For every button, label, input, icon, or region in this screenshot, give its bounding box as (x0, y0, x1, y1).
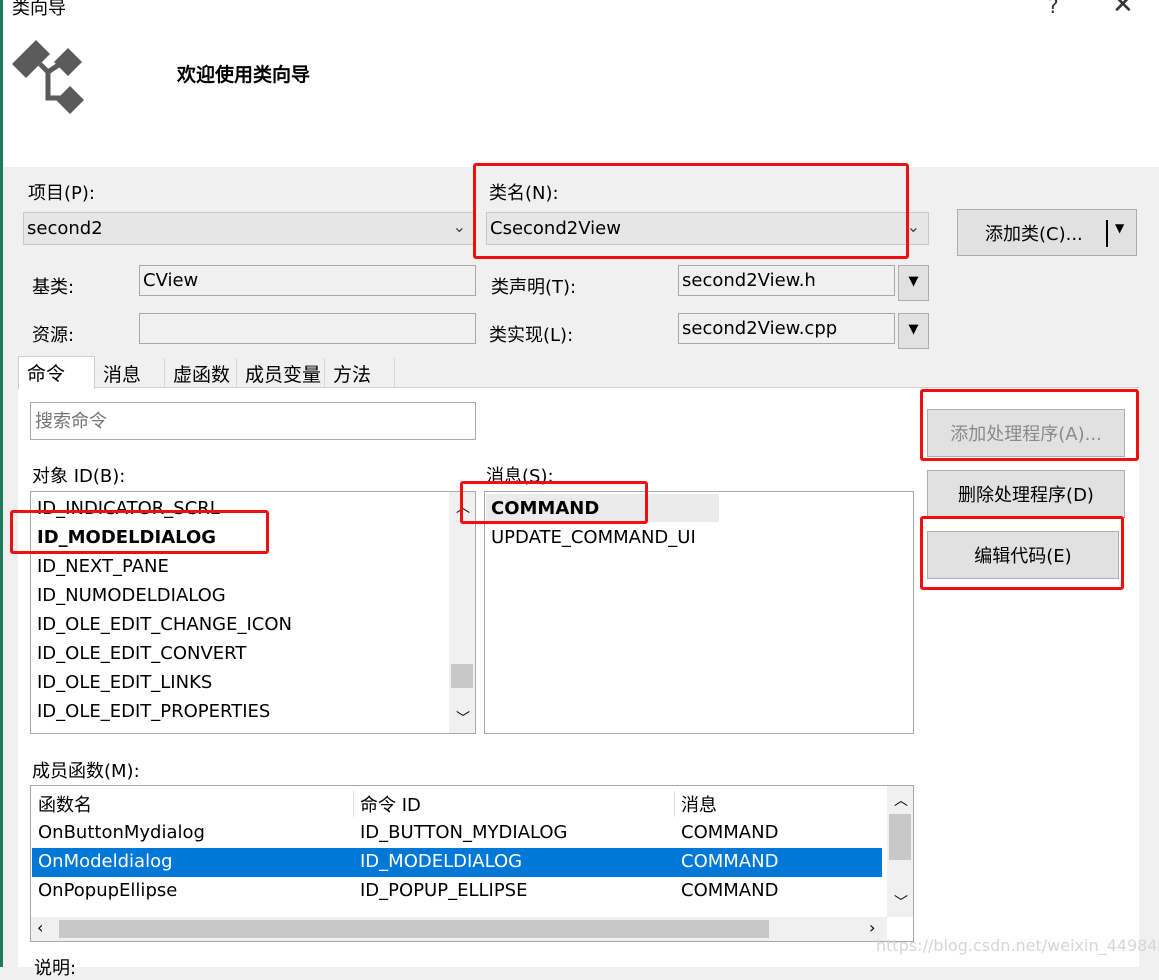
class-impl-dropdown-icon[interactable]: ▼ (898, 313, 929, 349)
scrollbar-thumb[interactable] (59, 920, 769, 938)
grid-horizontal-scrollbar[interactable]: ‹ › (31, 917, 887, 941)
list-item[interactable]: UPDATE_COMMAND_UI (491, 527, 696, 548)
tab-member-variables[interactable]: 成员变量 (237, 358, 325, 387)
search-command-input[interactable] (30, 402, 476, 440)
highlight-box-command (460, 481, 648, 524)
project-label: 项目(P): (28, 183, 95, 204)
column-header-command-id[interactable]: 命令 ID (360, 791, 421, 817)
base-class-label: 基类: (32, 277, 75, 298)
cell-message: COMMAND (681, 822, 779, 843)
table-row[interactable]: OnButtonMydialog ID_BUTTON_MYDIALOG COMM… (32, 819, 882, 848)
window-title: 类向导 (12, 0, 66, 19)
list-item[interactable]: ID_NUMODELDIALOG (37, 585, 226, 606)
project-combo[interactable]: second2 ⌄ (23, 212, 475, 245)
resource-field (139, 313, 476, 344)
list-item[interactable]: ID_OLE_EDIT_PROPERTIES (37, 701, 270, 722)
header-band (0, 0, 1159, 167)
split-divider (1106, 220, 1108, 247)
column-divider[interactable] (353, 791, 354, 817)
highlight-box-edit-code (920, 516, 1124, 590)
object-id-scrollbar[interactable]: ︿ ﹀ (449, 492, 475, 733)
window-edge (0, 0, 3, 967)
grid-header: 函数名 命令 ID 消息 (32, 788, 882, 817)
cell-command-id: ID_POPUP_ELLIPSE (360, 880, 528, 901)
list-item[interactable]: ID_NEXT_PANE (37, 556, 169, 577)
list-item[interactable]: ID_OLE_EDIT_CONVERT (37, 643, 246, 664)
column-divider[interactable] (674, 791, 675, 817)
class-decl-label: 类声明(T): (491, 277, 577, 298)
add-class-button[interactable]: 添加类(C)... ▼ (957, 209, 1137, 256)
description-label: 说明: (34, 958, 77, 979)
highlight-box-class-name (473, 163, 909, 259)
class-impl-field[interactable]: second2View.cpp (678, 313, 895, 344)
tab-commands[interactable]: 命令 (18, 356, 95, 389)
tab-virtual-functions[interactable]: 虚函数 (165, 358, 237, 387)
chevron-right-icon[interactable]: › (869, 918, 875, 937)
chevron-left-icon[interactable]: ‹ (37, 918, 43, 937)
base-class-field: CView (139, 265, 476, 296)
list-item[interactable]: ID_OLE_EDIT_LINKS (37, 672, 212, 693)
chevron-up-icon[interactable]: ︿ (894, 790, 908, 810)
cell-message: COMMAND (681, 851, 779, 872)
tab-methods[interactable]: 方法 (325, 358, 395, 387)
table-row-selected[interactable]: OnModeldialog ID_MODELDIALOG COMMAND (32, 848, 882, 877)
class-decl-field[interactable]: second2View.h (678, 265, 895, 296)
object-id-label: 对象 ID(B): (32, 466, 126, 487)
messages-list[interactable]: COMMAND UPDATE_COMMAND_UI (484, 491, 914, 734)
member-functions-grid[interactable]: 函数名 命令 ID 消息 OnButtonMydialog ID_BUTTON_… (30, 785, 914, 942)
cell-function: OnPopupEllipse (38, 880, 178, 901)
list-item[interactable]: ID_OLE_EDIT_CHANGE_ICON (37, 614, 292, 635)
help-button[interactable]: ? (1048, 0, 1059, 18)
chevron-down-icon: ⌄ (452, 217, 466, 236)
cell-command-id: ID_BUTTON_MYDIALOG (360, 822, 568, 843)
highlight-box-object-id (10, 510, 269, 554)
chevron-down-icon[interactable]: ﹀ (456, 708, 470, 728)
cell-function: OnModeldialog (38, 851, 173, 872)
member-functions-label: 成员函数(M): (32, 761, 140, 782)
delete-handler-button[interactable]: 删除处理程序(D) (927, 470, 1125, 518)
cell-message: COMMAND (681, 880, 779, 901)
cell-function: OnButtonMydialog (38, 822, 205, 843)
watermark-text: https://blog.csdn.net/weixin_44984664 (876, 936, 1159, 955)
class-wizard-logo-icon (12, 40, 84, 114)
scrollbar-thumb[interactable] (451, 664, 473, 688)
chevron-down-icon[interactable]: ﹀ (894, 892, 908, 912)
project-value: second2 (27, 218, 103, 239)
class-impl-label: 类实现(L): (489, 325, 574, 346)
table-row[interactable]: OnPopupEllipse ID_POPUP_ELLIPSE COMMAND (32, 877, 882, 906)
chevron-down-icon[interactable]: ▼ (1115, 221, 1124, 235)
class-decl-dropdown-icon[interactable]: ▼ (898, 265, 929, 301)
add-class-button-label: 添加类(C)... (985, 223, 1083, 245)
tab-messages[interactable]: 消息 (95, 358, 165, 387)
grid-vertical-scrollbar[interactable]: ︿ ﹀ (887, 786, 913, 917)
highlight-box-add-handler (920, 389, 1139, 461)
column-header-function[interactable]: 函数名 (38, 791, 92, 817)
column-header-message[interactable]: 消息 (681, 791, 717, 817)
cell-command-id: ID_MODELDIALOG (360, 851, 523, 872)
close-button[interactable]: ✕ (1112, 0, 1134, 20)
welcome-text: 欢迎使用类向导 (177, 64, 311, 86)
scrollbar-thumb[interactable] (889, 814, 911, 860)
resource-label: 资源: (32, 325, 75, 346)
